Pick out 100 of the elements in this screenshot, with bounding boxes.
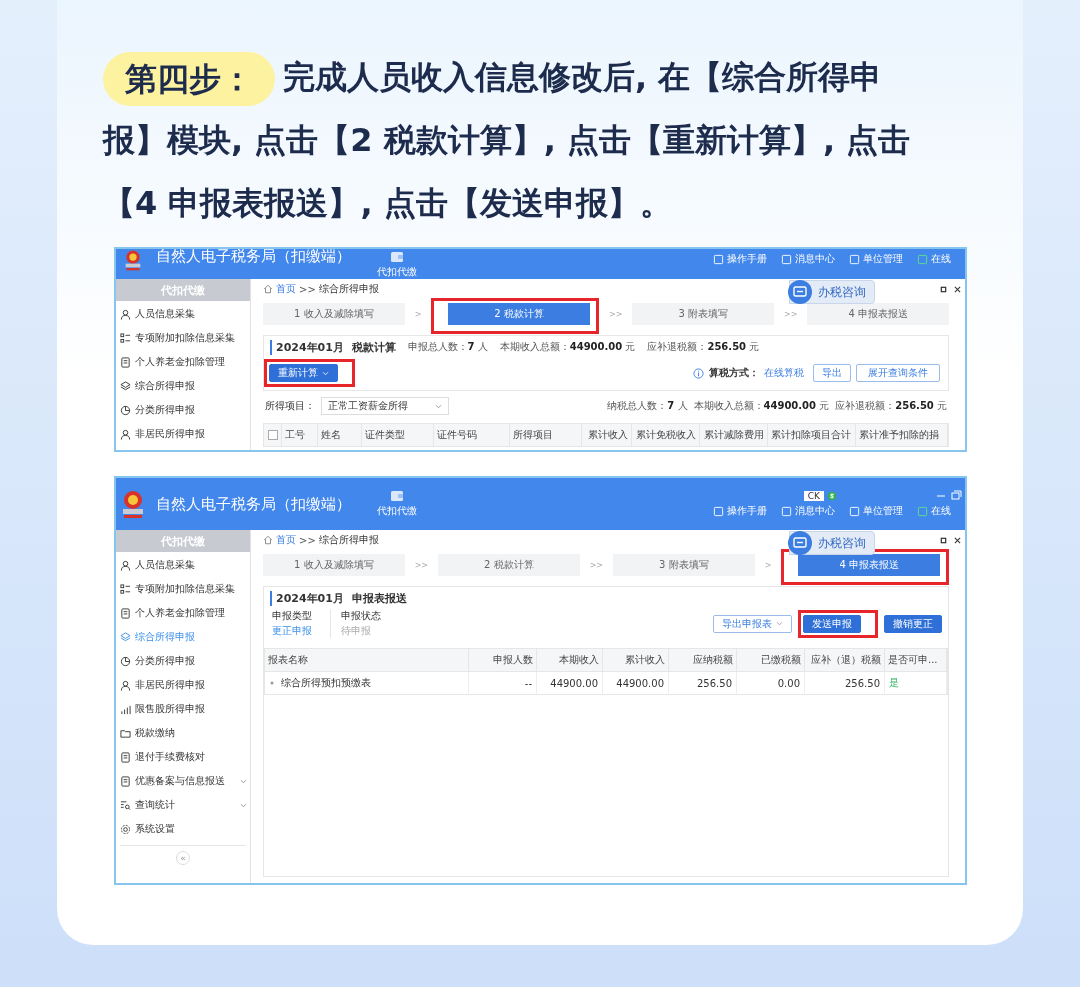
sidebar-item[interactable]: 分类所得申报	[116, 398, 250, 422]
column-header: 是否可申...	[885, 649, 947, 671]
caret-icon	[322, 370, 329, 376]
sidebar-item[interactable]: 人员信息采集	[116, 302, 250, 326]
receipt-icon	[120, 751, 131, 763]
step-separator: >	[414, 309, 422, 319]
chevron-icon	[776, 621, 783, 626]
action-button[interactable]: 撤销更正	[884, 614, 942, 633]
header-link[interactable]: 消息中心	[781, 252, 835, 266]
column-header: 累计减除费用	[700, 424, 768, 446]
header-link[interactable]: 操作手册	[713, 252, 767, 266]
step-tab[interactable]: 1 收入及减除填写	[263, 303, 405, 325]
info-icon	[693, 367, 704, 379]
header-link[interactable]: 单位管理	[849, 252, 903, 266]
income-type-select[interactable]: 正常工资薪金所得	[321, 397, 449, 415]
header-link[interactable]: 消息中心	[781, 504, 835, 518]
wallet-icon	[390, 490, 404, 502]
header-link[interactable]: 操作手册	[713, 504, 767, 518]
sidebar-item[interactable]: 综合所得申报	[116, 625, 250, 649]
input-method-indicator[interactable]: CK	[803, 491, 824, 501]
sidebar-item[interactable]: 分类所得申报	[116, 649, 250, 673]
close-icon[interactable]	[954, 536, 961, 544]
method-value: 在线算税	[764, 366, 804, 380]
sidebar-item[interactable]: 综合所得申报	[116, 374, 250, 398]
restore-icon[interactable]	[940, 285, 947, 293]
column-header: 累计免税收入	[632, 424, 700, 446]
outline-button[interactable]: 导出	[813, 364, 851, 382]
select-all-checkbox[interactable]	[267, 430, 278, 440]
column-header: 证件类型	[362, 424, 434, 446]
summary-text: 纳税总人数：7 人	[607, 399, 688, 413]
table-cell: 44900.00	[550, 677, 598, 689]
wallet-icon	[390, 251, 404, 263]
expand-icon[interactable]	[269, 680, 275, 686]
sidebar-item[interactable]: 退付手续费核对	[116, 745, 250, 769]
table-cell: 0.00	[777, 677, 800, 689]
breadcrumb-current: 综合所得申报	[318, 533, 379, 547]
step-separator: >	[764, 560, 772, 570]
search-list-icon	[120, 799, 131, 811]
summary-text: 本期收入总额：44900.00 元	[693, 399, 830, 413]
layers-icon	[120, 631, 131, 643]
nav-tab[interactable]: 代扣代缴	[377, 251, 417, 279]
step-tab[interactable]: 4 申报表报送	[807, 303, 949, 325]
panel-title: 2024年01月 申报表报送	[270, 590, 407, 606]
sidebar-item[interactable]: 查询统计	[116, 793, 250, 817]
header-link[interactable]: 单位管理	[849, 504, 903, 518]
recalculate-button[interactable]: 重新计算	[269, 364, 338, 382]
restore-icon[interactable]	[940, 536, 947, 544]
export-dropdown[interactable]: 导出申报表	[713, 614, 792, 633]
header-link[interactable]: 在线	[917, 504, 951, 518]
person-icon	[120, 428, 131, 440]
chevron-icon	[435, 403, 442, 409]
step-separator: >>	[608, 309, 623, 319]
column-header: 证件号码	[434, 424, 510, 446]
breadcrumb-current: 综合所得申报	[318, 282, 379, 296]
column-header: 已缴税额	[737, 649, 805, 671]
sidebar-item[interactable]: 个人养老金扣除管理	[116, 350, 250, 374]
sidebar-item[interactable]: 个人养老金扣除管理	[116, 601, 250, 625]
table-cell: 256.50	[697, 677, 732, 689]
outline-button[interactable]: 展开查询条件	[856, 364, 940, 382]
action-button[interactable]: 发送申报	[803, 614, 861, 633]
step-tab[interactable]: 4 申报表报送	[798, 554, 940, 576]
layers-icon	[120, 380, 131, 392]
consult-button[interactable]: 办税咨询	[789, 531, 875, 555]
app-title: 自然人电子税务局（扣缴端）	[156, 494, 351, 514]
gear-icon	[120, 823, 131, 835]
pie-chart-icon	[120, 655, 131, 667]
table-cell: 256.50	[845, 677, 880, 689]
chevron-icon	[240, 778, 247, 784]
breadcrumb-link[interactable]: 首页	[276, 533, 296, 547]
consult-button[interactable]: 办税咨询	[789, 280, 875, 304]
sidebar-item[interactable]: 优惠备案与信息报送	[116, 769, 250, 793]
breadcrumb-link[interactable]: 首页	[276, 282, 296, 296]
field-value: 更正申报	[272, 624, 312, 638]
sidebar-item[interactable]: 人员信息采集	[116, 553, 250, 577]
column-header: 累计准予扣除的捐	[856, 424, 948, 446]
sidebar-item[interactable]: 税款缴纳	[116, 721, 250, 745]
column-header: 工号	[282, 424, 318, 446]
panel-title: 2024年01月 税款计算	[270, 339, 396, 355]
sidebar-item[interactable]: 非居民所得申报	[116, 673, 250, 697]
method-label: 算税方式：	[709, 366, 759, 380]
step-tab[interactable]: 3 附表填写	[613, 554, 755, 576]
step-tab[interactable]: 1 收入及减除填写	[263, 554, 405, 576]
sidebar-item[interactable]: 系统设置	[116, 817, 250, 841]
sidebar-item[interactable]: 限售股所得申报	[116, 697, 250, 721]
bar-chart-icon	[120, 703, 131, 715]
step-tab[interactable]: 2 税款计算	[438, 554, 580, 576]
sidebar-item[interactable]: 非居民所得申报	[116, 422, 250, 446]
stat-text: 应补退税额：256.50 元	[647, 340, 760, 354]
close-icon[interactable]	[954, 285, 961, 293]
stat-text: 本期收入总额：44900.00 元	[499, 340, 636, 354]
step-tab[interactable]: 2 税款计算	[448, 303, 590, 325]
sidebar-item[interactable]: 专项附加扣除信息采集	[116, 577, 250, 601]
sidebar-heading: 代扣代缴	[116, 279, 250, 301]
nav-tab[interactable]: 代扣代缴	[377, 490, 417, 518]
sidebar-item[interactable]: 专项附加扣除信息采集	[116, 326, 250, 350]
step-tab[interactable]: 3 附表填写	[632, 303, 774, 325]
column-header: 应补（退）税额	[805, 649, 885, 671]
header-link[interactable]: 在线	[917, 252, 951, 266]
table-cell: 是	[889, 676, 899, 690]
app-title: 自然人电子税务局（扣缴端）	[156, 249, 351, 266]
